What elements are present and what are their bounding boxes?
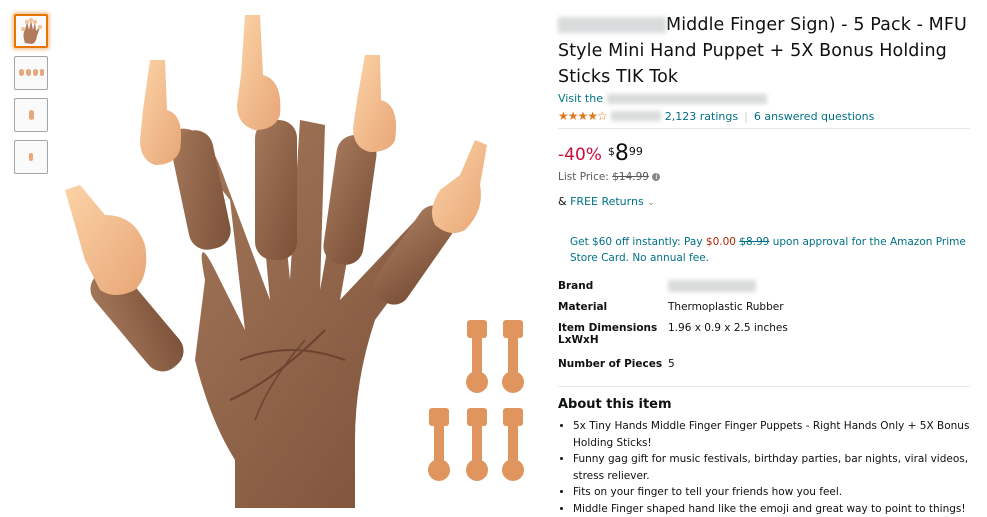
list-item: Funny gag gift for music festivals, birt… <box>573 451 970 484</box>
thumbnail-strip <box>14 14 48 182</box>
divider <box>558 128 970 129</box>
answered-questions-link[interactable]: 6 answered questions <box>754 110 874 123</box>
redacted-brand <box>558 17 666 33</box>
about-bullets: 5x Tiny Hands Middle Finger Finger Puppe… <box>558 418 970 517</box>
promo-card-offer[interactable]: Get $60 off instantly: Pay $0.00 $8.99 u… <box>558 234 970 266</box>
thumbnail-2[interactable] <box>14 56 48 90</box>
price: $899 <box>608 143 643 165</box>
product-info: Middle Finger Sign) - 5 Pack - MFU Style… <box>558 12 970 517</box>
info-icon[interactable]: i <box>652 173 660 181</box>
returns-link[interactable]: & FREE Returns ⌄ <box>558 195 970 208</box>
list-item: Middle Finger shaped hand like the emoji… <box>573 501 970 517</box>
spec-row: Material Thermoplastic Rubber <box>558 301 788 322</box>
chevron-down-icon[interactable]: ⌄ <box>647 198 655 208</box>
spec-row: Number of Pieces 5 <box>558 358 788 378</box>
list-item: Fits on your finger to tell your friends… <box>573 484 970 501</box>
thumbnail-3[interactable] <box>14 98 48 132</box>
spec-row: Brand <box>558 280 788 301</box>
divider <box>558 386 970 387</box>
visit-store-link[interactable]: Visit the <box>558 92 970 108</box>
rating-row: ★★★★☆ 2,123 ratings | 6 answered questio… <box>558 108 970 124</box>
thumbnail-4[interactable] <box>14 140 48 174</box>
about-heading: About this item <box>558 397 970 412</box>
product-title: Middle Finger Sign) - 5 Pack - MFU Style… <box>558 12 970 90</box>
hand-thumbnail-icon <box>16 16 46 46</box>
list-item: 5x Tiny Hands Middle Finger Finger Puppe… <box>573 418 970 451</box>
price-row: -40% $899 <box>558 143 970 169</box>
thumbnail-1[interactable] <box>14 14 48 48</box>
spec-row: Item Dimensions LxWxH 1.96 x 0.9 x 2.5 i… <box>558 322 788 358</box>
discount-badge: -40% <box>558 145 602 165</box>
specs-table: Brand Material Thermoplastic Rubber Item… <box>558 280 788 378</box>
star-rating-icon[interactable]: ★★★★☆ <box>558 109 607 123</box>
ratings-count-link[interactable]: 2,123 ratings <box>665 110 738 123</box>
list-price: List Price: $14.99 i <box>558 171 970 183</box>
product-image[interactable] <box>55 0 545 508</box>
